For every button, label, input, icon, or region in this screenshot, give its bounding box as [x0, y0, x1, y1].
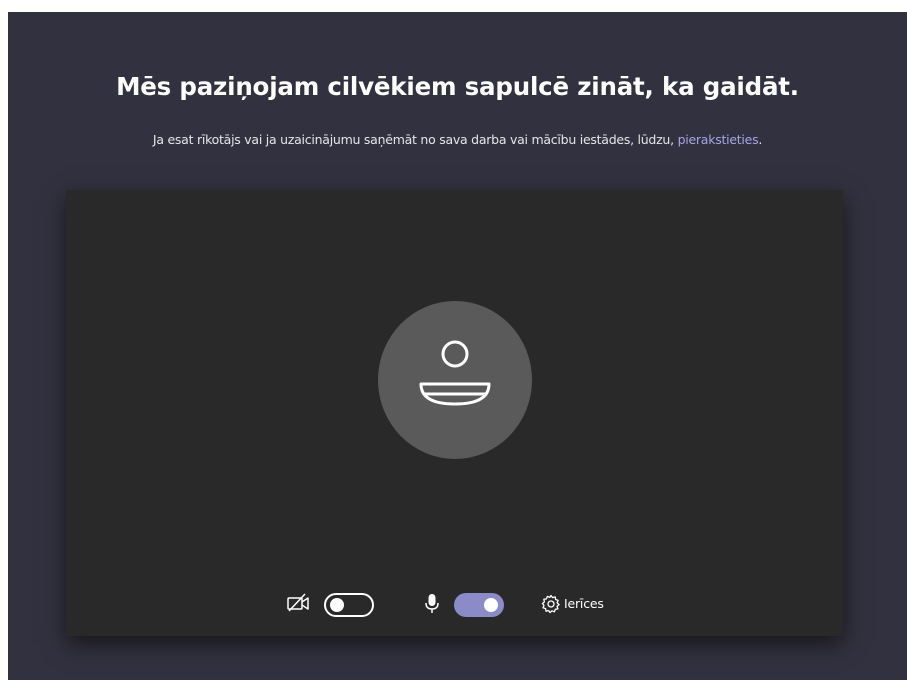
person-icon: [419, 340, 491, 406]
avatar: [378, 301, 532, 459]
microphone-toggle[interactable]: [454, 593, 504, 617]
gear-icon[interactable]: [541, 594, 561, 614]
page-subtitle: Ja esat rīkotājs vai ja uzaicinājumu saņ…: [8, 132, 907, 148]
microphone-toggle-knob: [484, 598, 498, 612]
camera-toggle-knob: [330, 598, 344, 612]
microphone-icon[interactable]: [423, 592, 441, 616]
subtitle-end: .: [758, 132, 763, 147]
subtitle-text: Ja esat rīkotājs vai ja uzaicinājumu saņ…: [152, 132, 678, 147]
devices-button-label[interactable]: Ierīces: [564, 595, 604, 613]
sign-in-link[interactable]: pierakstieties: [678, 132, 759, 147]
device-controls: Ierīces: [66, 588, 843, 624]
camera-toggle[interactable]: [324, 593, 374, 617]
camera-off-icon[interactable]: [286, 593, 312, 613]
pre-join-lobby: Mēs paziņojam cilvēkiem sapulcē zināt, k…: [8, 12, 907, 680]
video-preview: Ierīces: [66, 190, 843, 636]
page-title: Mēs paziņojam cilvēkiem sapulcē zināt, k…: [116, 72, 799, 101]
